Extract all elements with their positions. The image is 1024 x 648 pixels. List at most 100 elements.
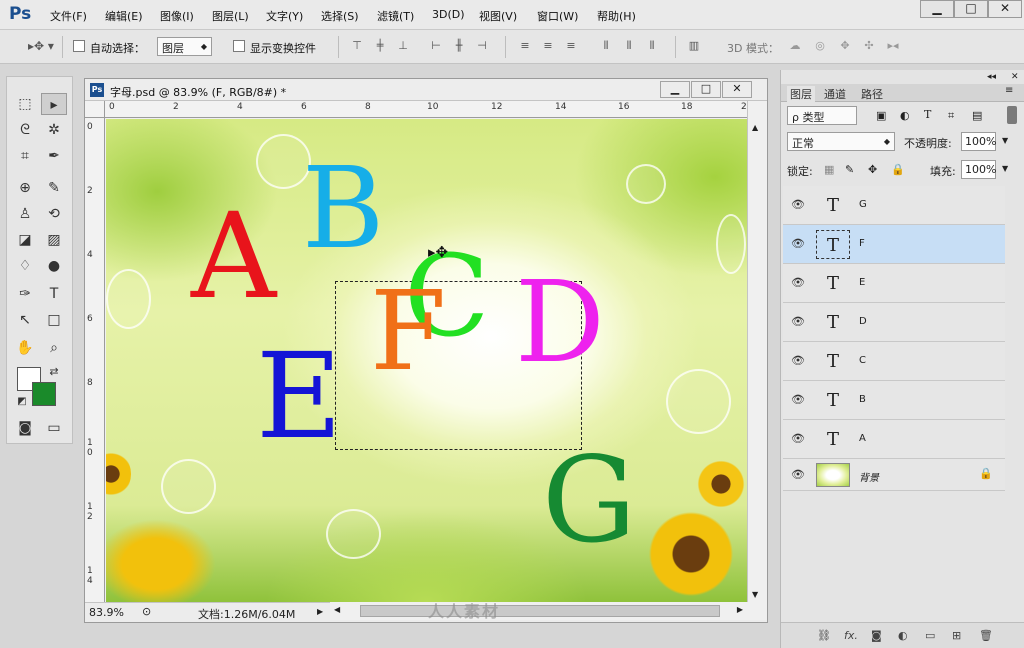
type-tool-icon[interactable]: T bbox=[41, 283, 67, 305]
3d-slide-icon[interactable]: ✣ bbox=[862, 39, 876, 53]
filter-type-icon[interactable]: T bbox=[924, 108, 931, 121]
menu-type[interactable]: 文字(Y) bbox=[266, 8, 303, 24]
fill-field[interactable]: 100% bbox=[961, 160, 996, 179]
filter-adjustment-icon[interactable]: ◐ bbox=[900, 109, 910, 122]
scroll-up-icon[interactable]: ▲ bbox=[752, 123, 758, 132]
visibility-eye-icon[interactable]: 👁 bbox=[791, 432, 805, 445]
tab-paths[interactable]: 路径 bbox=[861, 86, 883, 102]
adjustment-layer-icon[interactable]: ◐ bbox=[898, 629, 908, 642]
distribute-vcenter-icon[interactable]: ≡ bbox=[541, 39, 555, 53]
hand-tool-icon[interactable]: ✋ bbox=[12, 337, 38, 359]
filter-toggle[interactable] bbox=[1007, 106, 1017, 124]
background-color-swatch[interactable] bbox=[32, 382, 56, 406]
move-tool-icon[interactable]: ▸ bbox=[41, 93, 67, 115]
close-button[interactable]: ✕ bbox=[988, 0, 1022, 18]
filter-smart-object-icon[interactable]: ▤ bbox=[972, 109, 982, 122]
menu-view[interactable]: 视图(V) bbox=[479, 8, 517, 24]
menu-filter[interactable]: 滤镜(T) bbox=[377, 8, 414, 24]
distribute-left-icon[interactable]: ⫴ bbox=[599, 39, 613, 53]
fill-dropdown-icon[interactable]: ▼ bbox=[1002, 164, 1008, 173]
distribute-hcenter-icon[interactable]: ⫴ bbox=[622, 39, 636, 53]
lock-all-icon[interactable]: 🔒 bbox=[891, 163, 905, 176]
layer-row-background[interactable]: 👁 背景 🔒 bbox=[783, 459, 1005, 491]
letter-f[interactable]: F bbox=[370, 276, 446, 386]
visibility-eye-icon[interactable]: 👁 bbox=[791, 237, 805, 250]
align-left-icon[interactable]: ⊢ bbox=[429, 39, 443, 53]
panel-collapse-icon[interactable]: ◂◂ bbox=[987, 72, 996, 82]
delete-layer-icon[interactable]: 🗑 bbox=[979, 629, 993, 642]
menu-image[interactable]: 图像(I) bbox=[160, 8, 194, 24]
letter-d[interactable]: D bbox=[515, 267, 605, 379]
distribute-top-icon[interactable]: ≡ bbox=[518, 39, 532, 53]
show-transform-checkbox[interactable] bbox=[233, 40, 245, 52]
visibility-eye-icon[interactable]: 👁 bbox=[791, 468, 805, 481]
letter-a[interactable]: A bbox=[191, 197, 276, 315]
minimize-button[interactable]: ▁ bbox=[920, 0, 954, 18]
menu-select[interactable]: 选择(S) bbox=[321, 8, 359, 24]
vertical-ruler[interactable]: 0 2 4 6 8 10 12 14 bbox=[85, 118, 105, 602]
zoom-tool-icon[interactable]: ⌕ bbox=[41, 337, 67, 359]
visibility-eye-icon[interactable]: 👁 bbox=[791, 354, 805, 367]
horizontal-scrollbar[interactable]: ◀ ▶ bbox=[330, 602, 767, 620]
ruler-origin[interactable] bbox=[85, 101, 105, 118]
image-canvas[interactable]: A B C D E F G ▸✥ bbox=[106, 119, 747, 602]
gradient-tool-icon[interactable]: ▨ bbox=[41, 229, 67, 251]
magic-wand-tool-icon[interactable]: ✲ bbox=[41, 119, 67, 141]
visibility-eye-icon[interactable]: 👁 bbox=[791, 198, 805, 211]
auto-select-checkbox[interactable] bbox=[73, 40, 85, 52]
panel-close-icon[interactable]: ✕ bbox=[1011, 72, 1019, 82]
scroll-left-icon[interactable]: ◀ bbox=[334, 605, 340, 614]
opacity-field[interactable]: 100% bbox=[961, 132, 996, 151]
distribute-right-icon[interactable]: ⫴ bbox=[645, 39, 659, 53]
3d-scale-icon[interactable]: ▸◂ bbox=[886, 39, 900, 53]
brush-tool-icon[interactable]: ✎ bbox=[41, 177, 67, 199]
opacity-dropdown-icon[interactable]: ▼ bbox=[1002, 136, 1008, 145]
blur-tool-icon[interactable]: ♢ bbox=[12, 255, 38, 277]
spot-healing-tool-icon[interactable]: ⊕ bbox=[12, 177, 38, 199]
layer-style-icon[interactable]: fx. bbox=[844, 629, 858, 642]
letter-g[interactable]: G bbox=[542, 441, 636, 559]
align-hcenter-icon[interactable]: ╫ bbox=[452, 39, 466, 53]
visibility-eye-icon[interactable]: 👁 bbox=[791, 276, 805, 289]
lock-pixels-icon[interactable]: ✎ bbox=[845, 163, 854, 176]
vertical-scrollbar[interactable]: ▲ ▼ bbox=[747, 101, 767, 602]
layer-row-a[interactable]: 👁 T A bbox=[783, 420, 1005, 459]
scroll-right-icon[interactable]: ▶ bbox=[737, 605, 743, 614]
align-vcenter-icon[interactable]: ╪ bbox=[373, 39, 387, 53]
eyedropper-tool-icon[interactable]: ✒ bbox=[41, 145, 67, 167]
menu-help[interactable]: 帮助(H) bbox=[597, 8, 636, 24]
eraser-tool-icon[interactable]: ◪ bbox=[12, 229, 38, 251]
marquee-tool-icon[interactable]: ⬚ bbox=[12, 93, 38, 115]
new-layer-icon[interactable]: ⊞ bbox=[952, 629, 961, 642]
letter-b[interactable]: B bbox=[302, 153, 384, 265]
align-right-icon[interactable]: ⊣ bbox=[475, 39, 489, 53]
pen-tool-icon[interactable]: ✑ bbox=[12, 283, 38, 305]
swap-colors-icon[interactable]: ⇄ bbox=[41, 361, 67, 383]
new-group-icon[interactable]: ▭ bbox=[925, 629, 935, 642]
horizontal-scroll-thumb[interactable] bbox=[360, 605, 720, 617]
align-top-icon[interactable]: ⊤ bbox=[350, 39, 364, 53]
layer-row-e[interactable]: 👁 T E bbox=[783, 264, 1005, 303]
distribute-bottom-icon[interactable]: ≡ bbox=[564, 39, 578, 53]
crop-tool-icon[interactable]: ⌗ bbox=[12, 145, 38, 167]
path-selection-tool-icon[interactable]: ↖ bbox=[12, 309, 38, 331]
menu-edit[interactable]: 编辑(E) bbox=[105, 8, 143, 24]
link-layers-icon[interactable]: ⛓ bbox=[817, 629, 831, 642]
lasso-tool-icon[interactable]: ᘓ bbox=[12, 119, 38, 141]
align-bottom-icon[interactable]: ⊥ bbox=[396, 39, 410, 53]
move-tool-preset-icon[interactable]: ▸✥ ▾ bbox=[26, 39, 56, 53]
dodge-tool-icon[interactable]: ● bbox=[41, 255, 67, 277]
doc-minimize-button[interactable]: ▁ bbox=[660, 81, 690, 98]
layer-row-b[interactable]: 👁 T B bbox=[783, 381, 1005, 420]
letter-e[interactable]: E bbox=[256, 337, 342, 455]
horizontal-ruler[interactable]: 0 2 4 6 8 10 12 14 16 18 2 bbox=[105, 101, 767, 118]
screen-mode-icon[interactable]: ▭ bbox=[41, 417, 67, 439]
doc-maximize-button[interactable]: □ bbox=[691, 81, 721, 98]
tab-channels[interactable]: 通道 bbox=[824, 86, 846, 102]
panel-menu-icon[interactable]: ≡ bbox=[1005, 85, 1013, 96]
visibility-eye-icon[interactable]: 👁 bbox=[791, 393, 805, 406]
menu-file[interactable]: 文件(F) bbox=[50, 8, 87, 24]
auto-align-icon[interactable]: ▥ bbox=[687, 39, 701, 53]
filter-shape-icon[interactable]: ⌗ bbox=[948, 109, 954, 123]
status-menu-arrow-icon[interactable]: ▶ bbox=[317, 607, 323, 616]
